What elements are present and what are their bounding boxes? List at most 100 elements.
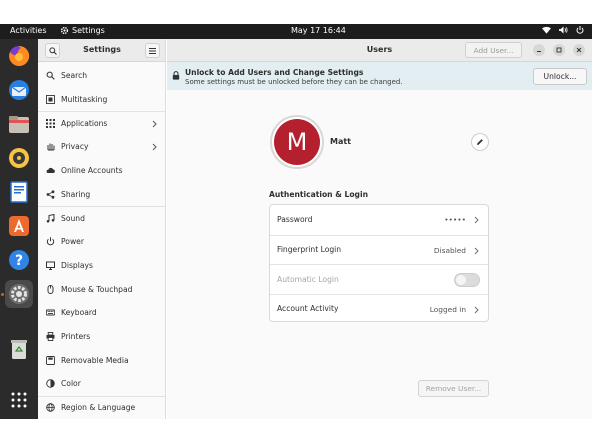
dock-files[interactable]: [5, 110, 33, 138]
app-center-icon: [9, 216, 29, 236]
sidebar-item-sound[interactable]: Sound: [38, 206, 166, 230]
close-icon: [576, 47, 582, 53]
sidebar-item-label: Printers: [61, 331, 91, 341]
add-user-button[interactable]: Add User...: [465, 42, 522, 58]
settings-icon: [9, 284, 29, 304]
dock-thunderbird[interactable]: [5, 76, 33, 104]
dock-app-center[interactable]: [5, 212, 33, 240]
thunderbird-icon: [9, 80, 29, 100]
display-icon: [46, 261, 55, 270]
edit-name-button[interactable]: [471, 133, 489, 151]
rhythmbox-icon: [9, 148, 29, 168]
firefox-icon: [9, 45, 30, 66]
sidebar-item-displays[interactable]: Displays: [38, 254, 166, 278]
user-avatar[interactable]: M: [270, 115, 324, 169]
chevron-right-icon: [152, 121, 157, 128]
remove-user-button[interactable]: Remove User...: [418, 380, 489, 397]
share-icon: [46, 190, 55, 199]
gear-icon: [60, 26, 69, 35]
sidebar-item-color[interactable]: Color: [38, 372, 166, 396]
sidebar-item-region-language[interactable]: Region & Language: [38, 395, 166, 420]
sidebar-item-mouse-touchpad[interactable]: Mouse & Touchpad: [38, 277, 166, 301]
sidebar-item-sharing[interactable]: Sharing: [38, 182, 166, 206]
sidebar-item-multitasking[interactable]: Multitasking: [38, 88, 166, 112]
banner-title: Unlock to Add Users and Change Settings: [185, 68, 364, 77]
fingerprint-login-row[interactable]: Fingerprint Login Disabled: [270, 234, 488, 265]
sidebar-item-label: Removable Media: [61, 355, 129, 365]
svg-text:?: ?: [15, 253, 23, 269]
sidebar-header: Settings: [38, 39, 165, 62]
toggle-knob: [456, 275, 466, 285]
sidebar-item-label: Power: [61, 237, 84, 247]
dock: ?: [0, 39, 38, 419]
lock-icon: [172, 71, 180, 80]
app-menu[interactable]: Settings: [60, 26, 105, 35]
pencil-icon: [477, 139, 483, 145]
sidebar-item-online-accounts[interactable]: Online Accounts: [38, 159, 166, 183]
desktop-screen: Activities Settings May 17 16:44 ? Setti…: [0, 0, 592, 444]
chevron-right-icon: [474, 216, 479, 224]
top-bar: Activities Settings May 17 16:44: [0, 24, 592, 39]
sidebar-item-label: Keyboard: [61, 308, 97, 318]
help-icon: ?: [9, 250, 29, 270]
globe-icon: [46, 403, 55, 413]
keyboard-icon: [46, 308, 55, 317]
dock-writer[interactable]: [5, 178, 33, 206]
sidebar-item-search[interactable]: Search: [38, 64, 166, 88]
automatic-login-toggle[interactable]: [454, 273, 480, 287]
password-row[interactable]: Password •••••: [270, 205, 488, 235]
panel-header: Users Add User...: [167, 39, 592, 62]
printer-icon: [46, 331, 55, 341]
media-icon: [46, 355, 55, 365]
mouse-icon: [46, 284, 55, 294]
sidebar-list: Search Multitasking Applications Privacy…: [38, 64, 166, 419]
users-panel: Users Add User... Unlock to Add Users an…: [167, 39, 592, 419]
power-icon: [46, 237, 55, 246]
avatar: M: [274, 119, 320, 165]
activities-button[interactable]: Activities: [10, 26, 47, 35]
sidebar-item-removable-media[interactable]: Removable Media: [38, 348, 166, 372]
main-menu-button[interactable]: [145, 43, 160, 58]
sidebar-item-printers[interactable]: Printers: [38, 325, 166, 349]
dock-trash[interactable]: [5, 335, 33, 363]
maximize-button[interactable]: [553, 44, 565, 56]
chevron-right-icon: [152, 143, 157, 151]
sidebar-item-label: Search: [61, 71, 88, 81]
trash-icon: [11, 340, 27, 359]
unlock-button[interactable]: Unlock...: [533, 68, 587, 85]
unlock-banner: Unlock to Add Users and Change Settings …: [167, 62, 592, 90]
sidebar-item-label: Online Accounts: [61, 166, 123, 176]
dock-rhythmbox[interactable]: [5, 144, 33, 172]
dock-help[interactable]: ?: [5, 246, 33, 274]
banner-subtitle: Some settings must be unlocked before th…: [185, 78, 403, 86]
sidebar-item-label: Applications: [61, 119, 108, 129]
sidebar-item-keyboard[interactable]: Keyboard: [38, 301, 166, 325]
sidebar-item-label: Mouse & Touchpad: [61, 284, 133, 294]
running-indicator: [1, 293, 4, 296]
color-icon: [46, 379, 55, 389]
cloud-icon: [46, 166, 55, 175]
dock-show-apps[interactable]: [5, 386, 33, 414]
show-apps-icon: [11, 392, 27, 408]
applications-icon: [46, 119, 55, 129]
row-label: Account Activity: [277, 304, 339, 314]
sidebar-item-applications[interactable]: Applications: [38, 111, 166, 135]
app-menu-label: Settings: [72, 26, 105, 35]
clock[interactable]: May 17 16:44: [291, 26, 346, 35]
dock-settings[interactable]: [5, 280, 33, 308]
files-icon: [9, 116, 29, 133]
search-icon: [46, 71, 55, 81]
sidebar-item-power[interactable]: Power: [38, 230, 166, 254]
system-tray[interactable]: [542, 26, 584, 34]
close-button[interactable]: [573, 44, 585, 56]
sidebar-item-label: Privacy: [61, 142, 89, 152]
sidebar-item-privacy[interactable]: Privacy: [38, 135, 166, 159]
row-label: Automatic Login: [277, 274, 339, 284]
user-name: Matt: [330, 137, 352, 146]
hamburger-icon: [149, 47, 156, 54]
minimize-button[interactable]: [533, 44, 545, 56]
dock-firefox[interactable]: [5, 42, 33, 70]
chevron-right-icon: [474, 306, 479, 313]
account-activity-row[interactable]: Account Activity Logged in: [270, 293, 488, 324]
page-title: Users: [366, 45, 393, 54]
